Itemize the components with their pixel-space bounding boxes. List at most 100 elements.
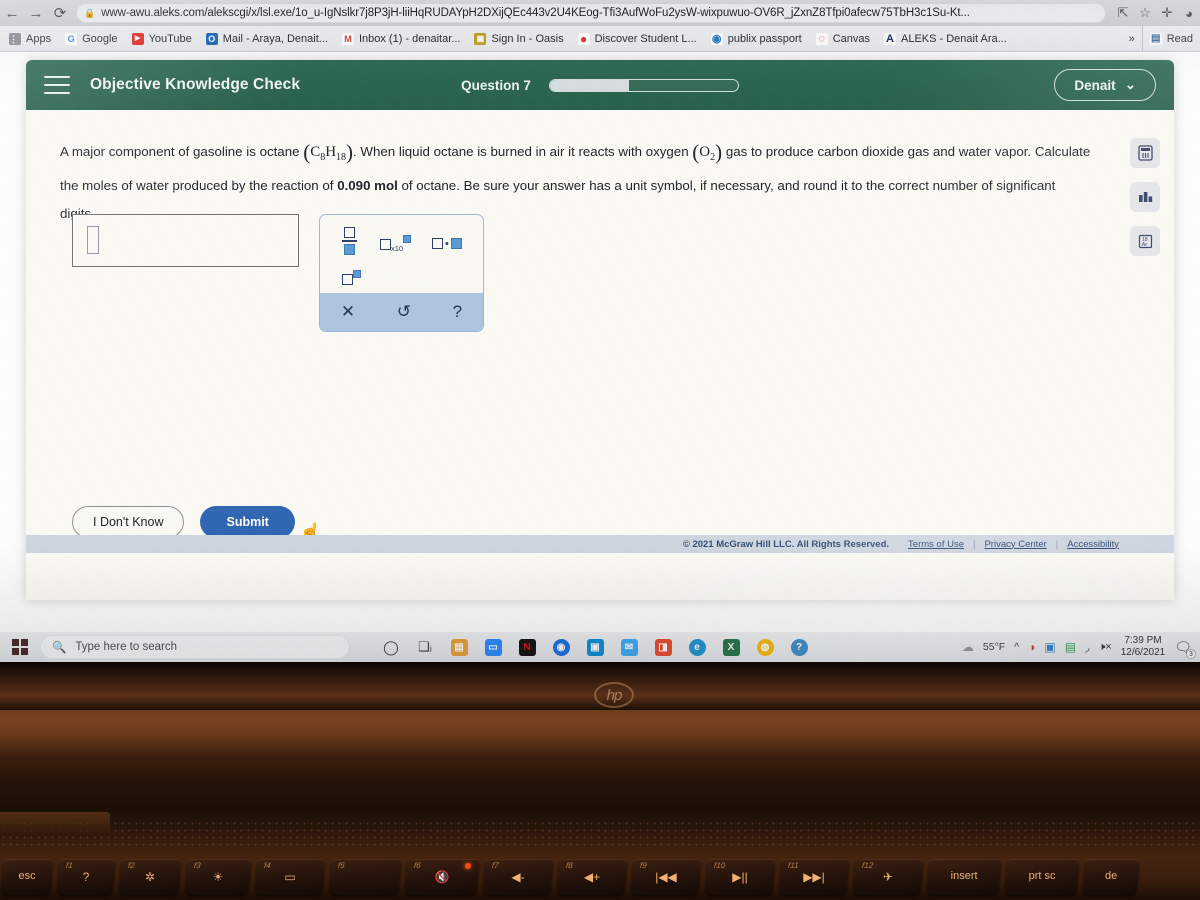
key-glyph: ✲ — [144, 870, 156, 884]
key-f4[interactable]: f4 ▭ — [254, 859, 326, 895]
antivirus-tray-icon[interactable]: ◑ — [1028, 640, 1035, 654]
svg-text:Ar: Ar — [1141, 242, 1147, 248]
answer-input-caret — [87, 226, 99, 254]
forward-button[interactable]: → — [24, 5, 48, 22]
key-f6[interactable]: f6 🔇 — [404, 859, 480, 895]
key-fn-label: f5 — [337, 861, 346, 870]
key-f3[interactable]: f3 ☀ — [184, 859, 252, 895]
bookmark-mail[interactable]: O Mail - Araya, Denait... — [199, 26, 335, 52]
lock-icon: 🔒 — [84, 7, 96, 18]
search-icon: 🔍 — [52, 642, 67, 654]
profile-avatar-icon[interactable]: ◕ — [1178, 6, 1200, 21]
windows-start-icon[interactable] — [0, 639, 40, 655]
bookmark-google[interactable]: G Google — [58, 26, 124, 52]
submit-button[interactable]: Submit — [200, 506, 295, 538]
math-palette-actions: ✕ ↺ ? — [320, 293, 483, 331]
key-insert[interactable]: insert — [926, 859, 1002, 895]
display-tray-icon[interactable]: ▣ — [1044, 640, 1055, 654]
key-f11[interactable]: f11 ▶▶| — [778, 859, 850, 895]
key-f7[interactable]: f7 ◀- — [482, 859, 554, 895]
bookmark-publix[interactable]: ◉ publix passport — [704, 26, 809, 52]
key-esc[interactable]: esc — [0, 859, 54, 895]
fraction-template-button[interactable] — [342, 227, 357, 255]
chrome-canary-icon[interactable]: ◉ — [544, 632, 578, 662]
chrome-icon[interactable]: ◍ — [748, 632, 782, 662]
help-icon[interactable]: ? — [453, 302, 462, 322]
reading-list-button[interactable]: ▤ Read — [1141, 25, 1200, 52]
superscript-template-button[interactable] — [342, 270, 361, 289]
dont-know-button[interactable]: I Don't Know — [72, 506, 185, 538]
key-f10[interactable]: f10 ▶|| — [704, 859, 776, 895]
calculator-icon[interactable] — [1130, 138, 1160, 168]
undo-icon[interactable]: ↺ — [397, 302, 411, 322]
youtube-icon: ▶ — [131, 32, 144, 45]
store-icon[interactable]: ▣ — [578, 632, 612, 662]
hamburger-menu-icon[interactable] — [44, 76, 70, 94]
periodic-table-icon[interactable]: 18 Ar — [1130, 226, 1160, 256]
battery-tray-icon[interactable]: ▤ — [1065, 640, 1076, 654]
tray-expand-chevron-icon[interactable]: ^ — [1014, 641, 1019, 653]
file-explorer-icon[interactable]: ▤ — [442, 632, 476, 662]
volume-muted-tray-icon[interactable]: 🕨× — [1098, 641, 1111, 654]
office-icon[interactable]: ◨ — [646, 632, 680, 662]
bookmark-inbox[interactable]: M Inbox (1) - denaitar... — [335, 26, 468, 52]
data-chart-icon[interactable] — [1130, 182, 1160, 212]
key-f2[interactable]: f2 ✲ — [118, 859, 182, 895]
address-bar[interactable]: 🔒 www-awu.aleks.com/alekscgi/x/lsl.exe/1… — [76, 3, 1106, 23]
multiplication-template-button[interactable]: • — [432, 235, 462, 253]
weather-temp[interactable]: 55°F — [983, 641, 1005, 653]
edge-icon[interactable]: e — [680, 632, 714, 662]
key-f9[interactable]: f9 |◀◀ — [630, 859, 702, 895]
key-fn-label: f6 — [413, 861, 422, 870]
fraction-numerator-box — [344, 227, 355, 239]
wifi-tray-icon[interactable]: ◞ — [1085, 641, 1089, 654]
key-fn-label: f10 — [713, 861, 726, 870]
task-view-icon[interactable]: ❏ᵢ — [408, 632, 442, 662]
zoom-icon[interactable]: ▭ — [476, 632, 510, 662]
bookmark-oasis[interactable]: ▦ Sign In - Oasis — [467, 26, 570, 52]
key-f1[interactable]: f1? — [56, 859, 116, 895]
share-icon[interactable]: ⇱ — [1112, 5, 1134, 21]
chevron-down-icon: ⌄ — [1124, 77, 1136, 92]
clear-icon[interactable]: ✕ — [341, 302, 355, 322]
bookmark-star-icon[interactable]: ☆ — [1134, 5, 1156, 21]
bookmark-youtube[interactable]: ▶ YouTube — [125, 26, 199, 52]
bookmark-apps[interactable]: ⋮⋮ Apps — [2, 26, 58, 52]
netflix-icon[interactable]: N — [510, 632, 544, 662]
question-body: A major component of gasoline is octane … — [26, 110, 1174, 553]
user-menu-button[interactable]: Denait ⌄ — [1054, 69, 1156, 101]
back-button[interactable]: ← — [0, 5, 24, 22]
privacy-center-link[interactable]: Privacy Center — [975, 539, 1055, 550]
key-de[interactable]: de — [1082, 859, 1140, 895]
bookmark-canvas[interactable]: ◌ Canvas — [809, 26, 877, 52]
answer-input[interactable] — [72, 214, 299, 267]
notification-icon[interactable]: 🗨 3 — [1174, 639, 1196, 659]
excel-icon[interactable]: X — [714, 632, 748, 662]
key-f5[interactable]: f5 — [328, 859, 402, 895]
canvas-icon: ◌ — [815, 32, 828, 45]
accessibility-link[interactable]: Accessibility — [1058, 539, 1128, 550]
terms-of-use-link[interactable]: Terms of Use — [899, 539, 973, 550]
bookmark-label: Google — [82, 32, 118, 45]
mail-icon[interactable]: ✉ — [612, 632, 646, 662]
reload-button[interactable]: ⟳ — [48, 4, 72, 22]
bookmark-label: Inbox (1) - denaitar... — [358, 32, 461, 45]
bookmark-label: ALEKS - Denait Ara... — [901, 32, 1007, 45]
search-input[interactable]: 🔍 Type here to search — [40, 635, 350, 659]
address-bar-url: www-awu.aleks.com/alekscgi/x/lsl.exe/1o_… — [101, 7, 970, 19]
help-icon[interactable]: ? — [782, 632, 816, 662]
clock[interactable]: 7:39 PM 12/6/2021 — [1121, 635, 1166, 659]
key-f8[interactable]: f8 ◀+ — [556, 859, 628, 895]
key-prt-sc[interactable]: prt sc — [1004, 859, 1080, 895]
key-f12[interactable]: f12 ✈ — [852, 859, 924, 895]
scientific-notation-button[interactable]: x10 — [380, 235, 412, 254]
bookmark-aleks[interactable]: A ALEKS - Denait Ara... — [877, 26, 1014, 52]
puzzle-extensions-icon[interactable]: ✛ — [1156, 5, 1178, 21]
laptop-screen: ← → ⟳ 🔒 www-awu.aleks.com/alekscgi/x/lsl… — [0, 0, 1200, 662]
progress-bar — [548, 78, 739, 92]
bookmark-label: Sign In - Oasis — [491, 32, 564, 45]
bookmarks-overflow[interactable]: » — [1122, 26, 1142, 52]
key-glyph: ▶|| — [732, 870, 748, 884]
bookmark-discover[interactable]: ● Discover Student L... — [571, 26, 704, 52]
cortana-icon[interactable]: ◯ — [374, 632, 408, 662]
